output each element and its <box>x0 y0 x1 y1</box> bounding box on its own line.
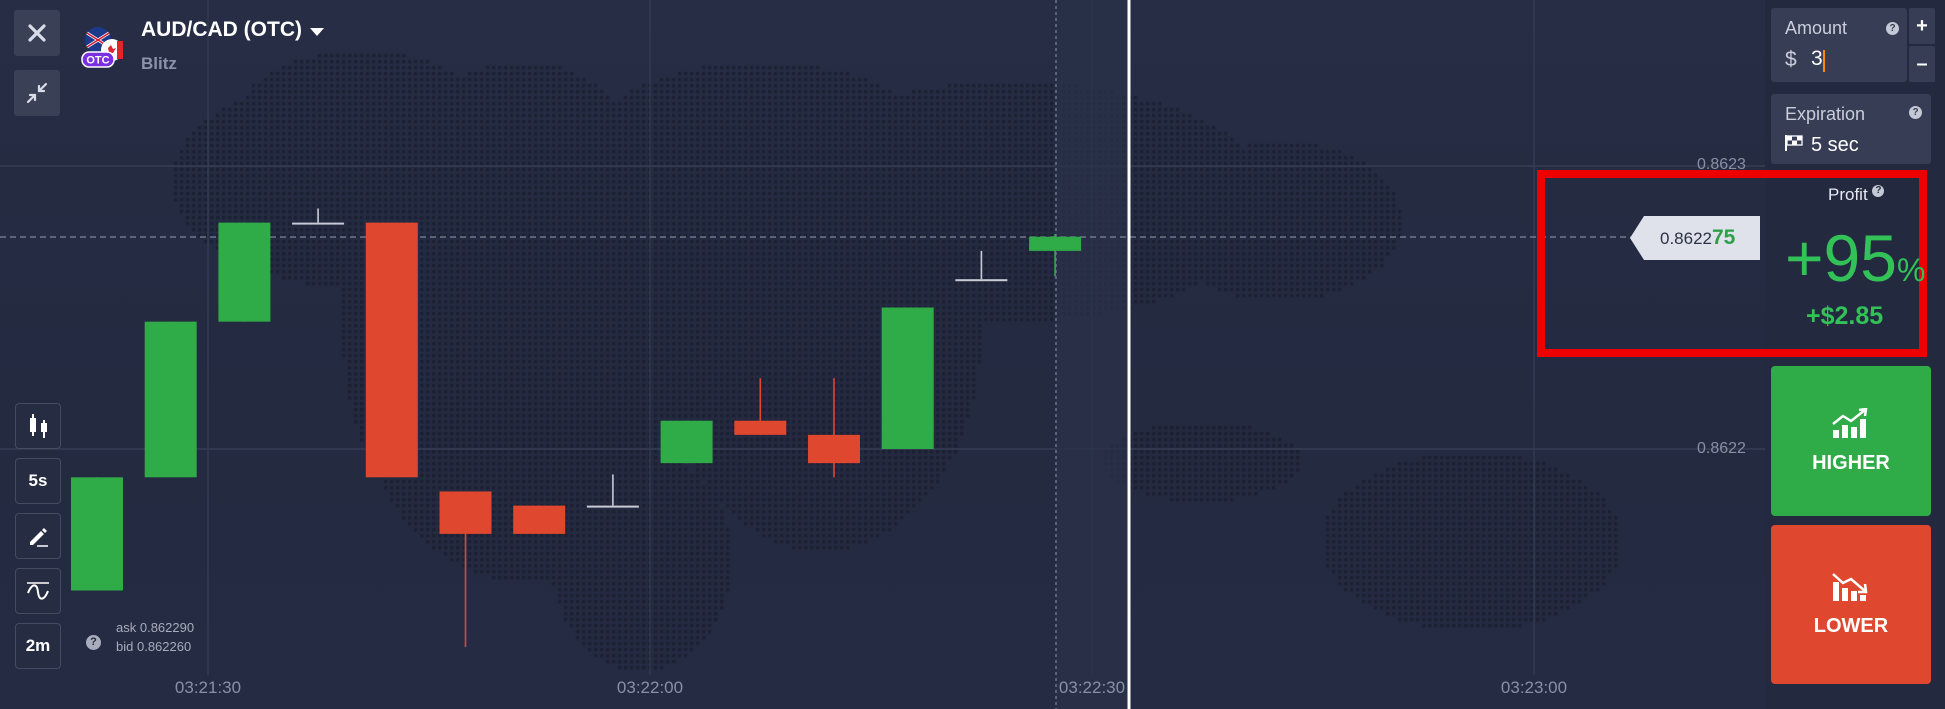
candle-doji <box>292 222 345 225</box>
price-chart[interactable] <box>0 0 1765 709</box>
trend-up-icon <box>1832 407 1868 438</box>
candle-interval-button[interactable]: 5s <box>15 458 61 504</box>
candle-up <box>218 222 271 322</box>
expiration-value: 5 sec <box>1811 134 1859 156</box>
checkered-flag-icon <box>1785 135 1803 151</box>
time-tick-label: 03:22:00 <box>616 678 684 697</box>
profit-amount: +$2.85 <box>1806 302 1884 330</box>
candle-up <box>881 307 934 449</box>
ask-label: ask <box>116 620 137 635</box>
chevron-down-icon <box>309 27 324 36</box>
drawing-tools-button[interactable] <box>15 513 61 559</box>
candle-doji <box>955 279 1008 282</box>
amount-input-box[interactable]: Amount ? $ 3 <box>1771 8 1907 82</box>
candles <box>71 208 1082 648</box>
indicators-button[interactable] <box>15 568 61 614</box>
asset-title-text: AUD/CAD (OTC) <box>141 18 302 41</box>
close-button[interactable] <box>14 10 60 56</box>
candle-doji <box>586 505 639 508</box>
deal-zone <box>1056 0 1128 709</box>
candle-down <box>513 505 566 534</box>
candle-up <box>144 321 197 478</box>
bid-label: bid <box>116 639 134 654</box>
expiration-selector[interactable]: Expiration ? 5 sec <box>1771 94 1931 164</box>
profit-label: Profit ? <box>1828 185 1885 205</box>
candle-up <box>71 477 123 591</box>
amount-label: Amount <box>1785 18 1848 38</box>
lower-label: LOWER <box>1813 615 1889 637</box>
collapse-icon <box>26 82 48 104</box>
candle-down <box>808 434 860 464</box>
timeframe-button[interactable]: 2m <box>15 623 61 669</box>
help-icon[interactable]: ? <box>1909 106 1922 119</box>
asset-title[interactable]: AUD/CAD (OTC) <box>141 18 324 42</box>
candle-up <box>1029 236 1082 251</box>
lower-button[interactable]: LOWER <box>1771 525 1931 684</box>
higher-label: HIGHER <box>1812 451 1890 474</box>
candle-down <box>734 420 787 435</box>
price-tick-label: 0.8622 <box>1697 440 1746 457</box>
candle-up <box>660 420 713 464</box>
otc-badge: OTC <box>86 55 109 67</box>
amount-input[interactable]: 3 <box>1811 47 1823 71</box>
pencil-icon <box>30 528 48 547</box>
amount-decrease-button[interactable]: – <box>1909 46 1935 82</box>
amount-increase-button[interactable]: + <box>1909 8 1935 44</box>
help-icon[interactable]: ? <box>86 635 101 650</box>
candle-down <box>439 491 492 534</box>
time-tick-label: 03:23:00 <box>1500 678 1568 697</box>
collapse-button[interactable] <box>14 70 60 116</box>
asset-mode: Blitz <box>141 54 177 73</box>
trend-down-icon <box>1832 573 1868 601</box>
time-tick-label: 03:22:30 <box>1058 678 1126 697</box>
ask-value: 0.862290 <box>139 620 195 635</box>
close-icon <box>28 24 46 42</box>
higher-button[interactable]: HIGHER <box>1771 366 1931 516</box>
time-tick-label: 03:21:30 <box>174 678 242 697</box>
currency-symbol: $ <box>1785 48 1797 71</box>
bid-value: 0.862260 <box>136 639 192 654</box>
profit-percent: +95% <box>1785 221 1926 295</box>
help-icon[interactable]: ? <box>1886 22 1899 35</box>
aud-cad-flag-icon: OTC <box>81 27 123 68</box>
candlestick-icon <box>30 414 47 438</box>
indicator-wave-icon <box>27 582 49 600</box>
expiration-label: Expiration <box>1785 104 1866 124</box>
text-cursor <box>1823 50 1825 72</box>
help-icon[interactable]: ? <box>1872 185 1885 197</box>
candle-down <box>365 222 418 478</box>
chart-area[interactable] <box>0 0 1765 709</box>
chart-type-button[interactable] <box>15 403 61 449</box>
